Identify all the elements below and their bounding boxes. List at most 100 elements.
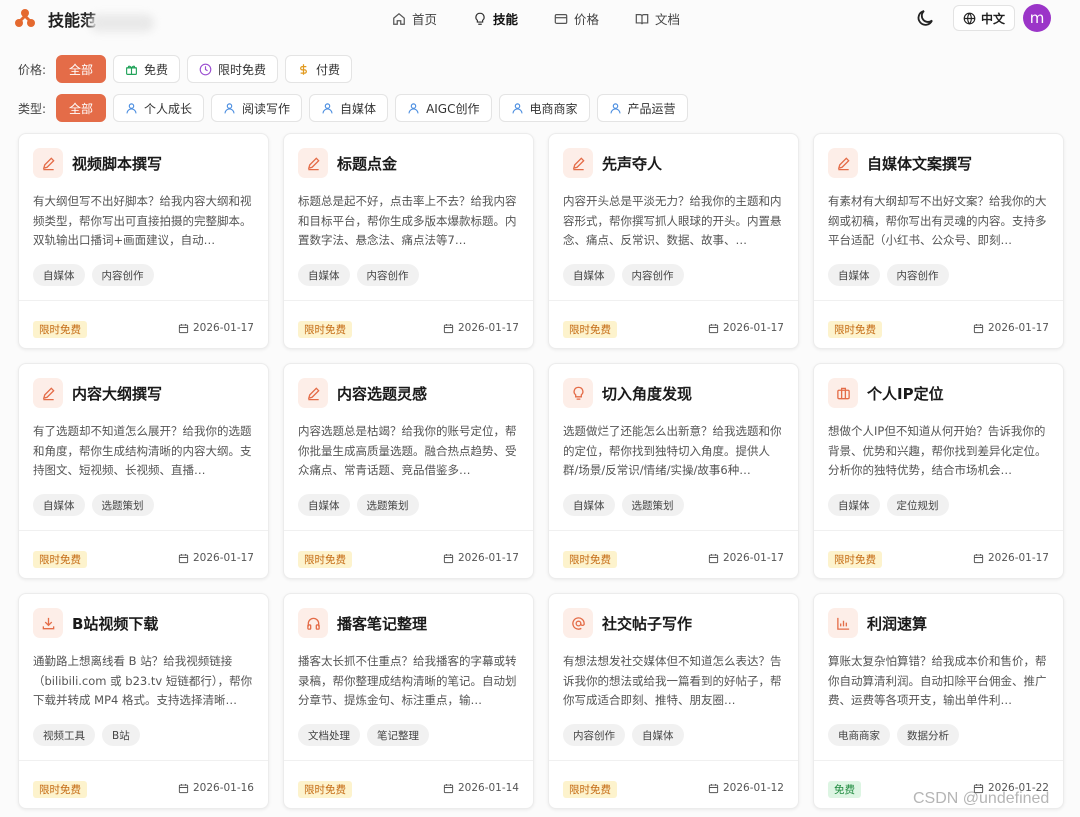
skill-card[interactable]: 视频脚本撰写 有大纲但写不出好脚本？给我内容大纲和视频类型，帮你写出可直接拍摄的完… bbox=[18, 133, 269, 349]
pencil-icon bbox=[307, 386, 320, 400]
card-date-text: 2026-01-12 bbox=[722, 782, 784, 794]
type-chip[interactable]: 阅读写作 bbox=[211, 94, 303, 122]
user-icon bbox=[609, 102, 621, 113]
card-tag[interactable]: 定位规划 bbox=[886, 494, 949, 516]
card-tag[interactable]: 内容创作 bbox=[563, 724, 625, 746]
card-tags: 文档处理 笔记整理 bbox=[298, 724, 429, 746]
card-description: 有想法想发社交媒体但不知道怎么表达？告诉我你的想法或给我一篇看到的好帖子，帮你写… bbox=[563, 654, 782, 707]
card-date: 2026-01-17 bbox=[973, 552, 1049, 564]
price-chip-paid[interactable]: 付费 bbox=[285, 55, 353, 83]
card-tag[interactable]: 文档处理 bbox=[298, 724, 360, 746]
card-tag[interactable]: 数据分析 bbox=[897, 724, 959, 746]
card-icon-box bbox=[33, 608, 63, 638]
card-tag[interactable]: 内容创作 bbox=[356, 264, 419, 286]
top-header: 技能范 首页 技能 价格 文档 中文 m bbox=[0, 0, 1080, 40]
type-chip[interactable]: 个人成长 bbox=[113, 94, 205, 122]
price-badge: 限时免费 bbox=[33, 781, 87, 798]
theme-toggle-button[interactable] bbox=[914, 6, 938, 30]
card-tags: 电商商家 数据分析 bbox=[828, 724, 959, 746]
card-tag[interactable]: 内容创作 bbox=[91, 264, 154, 286]
card-description: 选题做烂了还能怎么出新意？给我选题和你的定位，帮你找到独特切入角度。提供人群/场… bbox=[563, 424, 782, 477]
skill-card[interactable]: 自媒体文案撰写 有素材有大纲却写不出好文案？给我你的大纲或初稿，帮你写出有灵魂的内… bbox=[813, 133, 1064, 349]
skill-card[interactable]: 社交帖子写作 有想法想发社交媒体但不知道怎么表达？告诉我你的想法或给我一篇看到的好… bbox=[548, 593, 799, 809]
price-filter-label: 价格: bbox=[18, 62, 47, 77]
type-chip[interactable]: 电商商家 bbox=[498, 94, 590, 122]
card-description: 有大纲但写不出好脚本？给我内容大纲和视频类型，帮你写出可直接拍摄的完整脚本。双轨… bbox=[33, 194, 252, 247]
avatar[interactable]: m bbox=[1023, 4, 1051, 32]
price-chip-free[interactable]: 免费 bbox=[113, 55, 181, 83]
card-description: 标题总是起不好，点击率上不去？给我内容和目标平台，帮你生成多版本爆款标题。内置数… bbox=[298, 194, 517, 247]
card-title: 切入角度发现 bbox=[602, 385, 693, 403]
pencil-icon bbox=[42, 156, 55, 170]
skill-card[interactable]: B站视频下载 通勤路上想离线看 B 站？给我视频链接（bilibili.com 或… bbox=[18, 593, 269, 809]
card-tags: 自媒体 内容创作 bbox=[33, 264, 154, 286]
card-icon-box bbox=[298, 378, 328, 408]
card-icon-box bbox=[828, 148, 858, 178]
price-chip-label: 限时免费 bbox=[218, 62, 267, 77]
card-icon-box bbox=[563, 148, 593, 178]
nav-skills[interactable]: 技能 bbox=[473, 9, 518, 28]
skill-card[interactable]: 先声夺人 内容开头总是平淡无力？给我你的主题和内容形式，帮你撰写抓人眼球的开头。内… bbox=[548, 133, 799, 349]
type-chip[interactable]: AIGC创作 bbox=[395, 94, 492, 122]
at-icon bbox=[571, 616, 585, 630]
calendar-icon bbox=[178, 783, 189, 793]
card-tag[interactable]: 自媒体 bbox=[298, 264, 350, 286]
nav-docs[interactable]: 文档 bbox=[635, 9, 680, 28]
card-tag[interactable]: B站 bbox=[102, 724, 140, 746]
type-filter: 类型: 全部 个人成长 阅读写作 自媒体 AIGC创作 电商商家 产品运营 bbox=[18, 94, 688, 122]
card-tag[interactable]: 内容创作 bbox=[621, 264, 684, 286]
card-date: 2026-01-17 bbox=[443, 552, 519, 564]
card-tag[interactable]: 选题策划 bbox=[621, 494, 684, 516]
card-date-text: 2026-01-16 bbox=[192, 782, 254, 794]
blurred-subtitle bbox=[90, 14, 154, 32]
nav-home[interactable]: 首页 bbox=[392, 9, 437, 28]
card-tag[interactable]: 选题策划 bbox=[91, 494, 154, 516]
card-date: 2026-01-17 bbox=[443, 322, 519, 334]
type-chip[interactable]: 全部 bbox=[56, 94, 107, 122]
card-tag[interactable]: 笔记整理 bbox=[367, 724, 429, 746]
card-date: 2026-01-14 bbox=[443, 782, 519, 794]
card-date: 2026-01-17 bbox=[178, 322, 254, 334]
card-tag[interactable]: 自媒体 bbox=[563, 264, 615, 286]
card-tag[interactable]: 自媒体 bbox=[632, 724, 684, 746]
skill-card[interactable]: 内容大纲撰写 有了选题却不知道怎么展开？给我你的选题和角度，帮你生成结构清晰的内容… bbox=[18, 363, 269, 579]
card-icon-box bbox=[563, 608, 593, 638]
card-tag[interactable]: 自媒体 bbox=[828, 494, 880, 516]
card-tag[interactable]: 电商商家 bbox=[828, 724, 890, 746]
pencil-icon bbox=[42, 386, 55, 400]
card-description: 有了选题却不知道怎么展开？给我你的选题和角度，帮你生成结构清晰的内容大纲。支持图… bbox=[33, 424, 252, 477]
type-chip[interactable]: 产品运营 bbox=[596, 94, 688, 122]
card-tag[interactable]: 选题策划 bbox=[356, 494, 419, 516]
skill-card[interactable]: 切入角度发现选题做烂了还能怎么出新意？给我选题和你的定位，帮你找到独特切入角度。… bbox=[548, 363, 799, 579]
card-date-text: 2026-01-14 bbox=[457, 782, 519, 794]
language-button[interactable]: 中文 bbox=[953, 5, 1015, 31]
card-tag[interactable]: 自媒体 bbox=[563, 494, 615, 516]
brand-name[interactable]: 技能范 bbox=[48, 7, 96, 31]
skill-card[interactable]: 个人IP定位 想做个人IP但不知道从何开始？告诉我你的背景、优势和兴趣，帮你找到差… bbox=[813, 363, 1064, 579]
card-tag[interactable]: 自媒体 bbox=[33, 264, 85, 286]
card-icon-box bbox=[298, 608, 328, 638]
price-badge: 限时免费 bbox=[298, 551, 352, 568]
calendar-icon bbox=[178, 323, 189, 333]
nav-pricing[interactable]: 价格 bbox=[554, 9, 599, 28]
skill-card[interactable]: 内容选题灵感 内容选题总是枯竭？给我你的账号定位，帮你批量生成高质量选题。融合热点… bbox=[283, 363, 534, 579]
skill-card[interactable]: 播客笔记整理 播客太长抓不住重点？给我播客的字幕或转录稿，帮你整理成结构清晰的笔记… bbox=[283, 593, 534, 809]
download-icon bbox=[42, 617, 54, 629]
type-chip[interactable]: 自媒体 bbox=[309, 94, 389, 122]
card-title: 标题点金 bbox=[337, 155, 398, 173]
logo-icon[interactable] bbox=[14, 8, 36, 28]
card-tag[interactable]: 自媒体 bbox=[828, 264, 880, 286]
card-tag[interactable]: 自媒体 bbox=[33, 494, 85, 516]
headphones-icon bbox=[306, 617, 320, 630]
price-chip-limited[interactable]: 限时免费 bbox=[187, 55, 279, 83]
price-badge: 限时免费 bbox=[298, 321, 352, 338]
card-divider bbox=[549, 760, 798, 761]
type-chip-label: 自媒体 bbox=[340, 101, 377, 116]
card-tag[interactable]: 视频工具 bbox=[33, 724, 95, 746]
card-tag[interactable]: 内容创作 bbox=[886, 264, 949, 286]
card-description: 算账太复杂怕算错？给我成本价和售价，帮你自动算清利润。自动扣除平台佣金、推广费、… bbox=[828, 654, 1047, 707]
card-tag[interactable]: 自媒体 bbox=[298, 494, 350, 516]
skill-card[interactable]: 利润速算 算账太复杂怕算错？给我成本价和售价，帮你自动算清利润。自动扣除平台佣金、… bbox=[813, 593, 1064, 809]
price-chip-all[interactable]: 全部 bbox=[56, 55, 107, 83]
skill-card[interactable]: 标题点金标题总是起不好，点击率上不去？给我内容和目标平台，帮你生成多版本爆款标题… bbox=[283, 133, 534, 349]
